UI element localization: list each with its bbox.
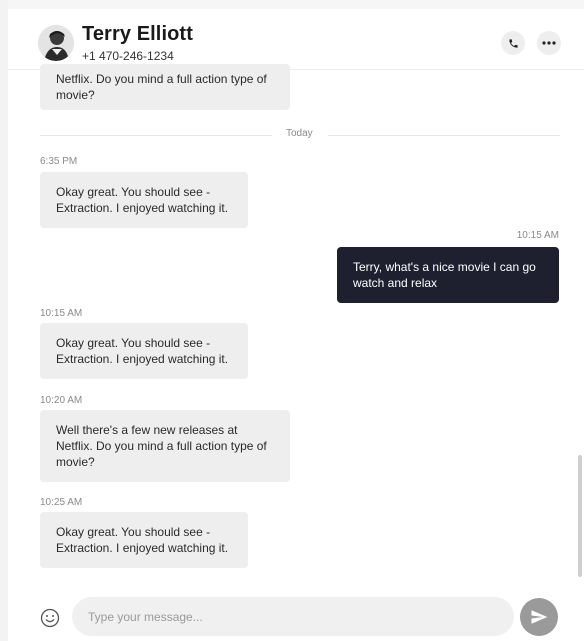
message-line: Okay great. You should see - [56,185,211,199]
message-bubble: Terry, what's a nice movie I can go watc… [337,247,559,303]
message-line: movie? [56,455,95,469]
smiley-icon [40,608,60,628]
message-line: Extraction. I enjoyed watching it. [56,201,229,215]
message-bubble: Okay great. You should see - Extraction.… [40,323,248,379]
date-divider-label: Today [286,128,313,139]
message-input[interactable] [72,597,514,636]
send-arrow-icon [531,610,548,624]
avatar[interactable] [38,25,74,61]
contact-phone: +1 470-246-1234 [82,49,174,63]
message-bubble: Netflix. Do you mind a full action type … [40,64,290,110]
message-time: 6:35 PM [40,156,78,167]
send-button[interactable] [520,598,558,636]
message-bubble: Okay great. You should see - Extraction.… [40,512,248,568]
contact-name: Terry Elliott [82,23,193,45]
message-line: Extraction. I enjoyed watching it. [56,541,229,555]
top-edge [8,0,584,9]
message-bubble: Well there's a few new releases at Netfl… [40,410,290,482]
message-line: Netflix. Do you mind a full action type … [56,72,267,86]
emoji-button[interactable] [40,608,60,628]
message-time: 10:25 AM [40,497,83,508]
message-line: Extraction. I enjoyed watching it. [56,352,229,366]
phone-icon [508,38,518,48]
message-line: movie? [56,88,95,102]
message-time: 10:15 AM [516,230,559,241]
message-line: Okay great. You should see - [56,336,211,350]
message-line: Well there's a few new releases at [56,423,238,437]
message-time: 10:15 AM [40,308,83,319]
more-options-button[interactable] [537,31,561,55]
message-line: Okay great. You should see - [56,525,211,539]
message-composer [8,591,584,641]
message-bubble: Okay great. You should see - Extraction.… [40,172,248,228]
call-button[interactable] [501,31,525,55]
left-rail [0,0,8,641]
date-divider: Today [40,128,560,142]
message-line: Netflix. Do you mind a full action type … [56,439,267,453]
scrollbar-thumb[interactable] [578,455,582,577]
more-dots-icon [542,41,556,45]
message-line: Terry, what's a nice movie I can go [353,260,536,274]
message-line: watch and relax [353,276,438,290]
message-list[interactable]: Netflix. Do you mind a full action type … [8,64,584,580]
message-time: 10:20 AM [40,395,83,406]
chat-header: Terry Elliott +1 470-246-1234 [8,9,584,70]
